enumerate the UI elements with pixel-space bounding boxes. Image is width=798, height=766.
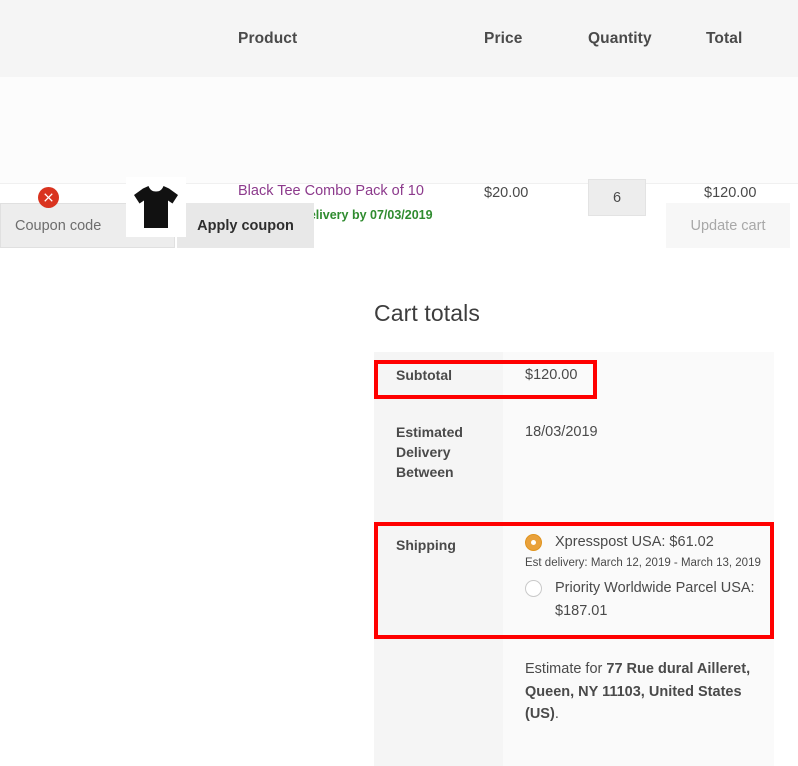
estimated-delivery-value: 18/03/2019 [503,400,774,517]
black-tshirt-icon [129,180,183,234]
update-cart-button[interactable]: Update cart [666,203,790,248]
totals-row-subtotal: Subtotal $120.00 [374,352,774,400]
table-row: Black Tee Combo Pack of 10 Estimated del… [0,77,798,184]
cart-totals-table: Subtotal $120.00 Estimated Delivery Betw… [374,352,774,766]
column-header-quantity: Quantity [588,30,652,48]
cart-totals-title: Cart totals [374,300,774,327]
shipping-method-option-1[interactable]: Xpresspost USA: $61.02 [525,531,760,553]
totals-row-shipping: Shipping Xpresspost USA: $61.02 Est deli… [374,517,774,641]
shipping-method-option-2[interactable]: Priority Worldwide Parcel USA: $187.01 [525,577,760,622]
shipping-methods-cell: Xpresspost USA: $61.02 Est delivery: Mar… [503,517,774,641]
shipping-methods-list: Xpresspost USA: $61.02 Est delivery: Mar… [525,531,760,623]
column-header-total: Total [706,30,742,48]
shipping-estimate-cell: Estimate for 77 Rue dural Ailleret, Quee… [503,640,774,765]
subtotal-value: $120.00 [503,352,774,400]
subtotal-label: Subtotal [374,352,503,400]
product-thumbnail[interactable] [126,177,186,237]
totals-row-estimated-delivery: Estimated Delivery Between 18/03/2019 [374,400,774,517]
radio-unselected-icon[interactable] [525,580,542,597]
coupon-bar: Apply coupon Update cart [0,203,798,248]
shipping-label: Shipping [374,517,503,641]
cart-table-header: Product Price Quantity Total [0,0,798,77]
column-header-product: Product [238,30,297,48]
product-name-link[interactable]: Black Tee Combo Pack of 10 [238,183,424,199]
totals-row-shipping-estimate: Estimate for 77 Rue dural Ailleret, Quee… [374,640,774,765]
cell-price: $20.00 [484,185,528,201]
cell-total: $120.00 [704,185,756,201]
estimated-delivery-label: Estimated Delivery Between [374,400,503,517]
remove-item-button[interactable] [38,187,59,208]
column-header-price: Price [484,30,522,48]
shipping-estimate-label-empty [374,640,503,765]
shipping-estimate-text: Estimate for 77 Rue dural Ailleret, Quee… [525,658,760,725]
close-icon [43,192,54,203]
cart-table: Product Price Quantity Total Black Tee C… [0,0,798,184]
estimate-suffix: . [555,706,559,722]
shipping-method-label-1: Xpresspost USA: $61.02 [555,534,714,550]
shipping-method-est-1: Est delivery: March 12, 2019 - March 13,… [525,555,760,571]
apply-coupon-button[interactable]: Apply coupon [177,203,314,248]
radio-selected-icon[interactable] [525,534,542,551]
shipping-method-label-2: Priority Worldwide Parcel USA: $187.01 [555,580,755,618]
estimate-prefix: Estimate for [525,661,606,677]
cart-totals-panel: Cart totals Subtotal $120.00 Estimated D… [374,300,774,766]
